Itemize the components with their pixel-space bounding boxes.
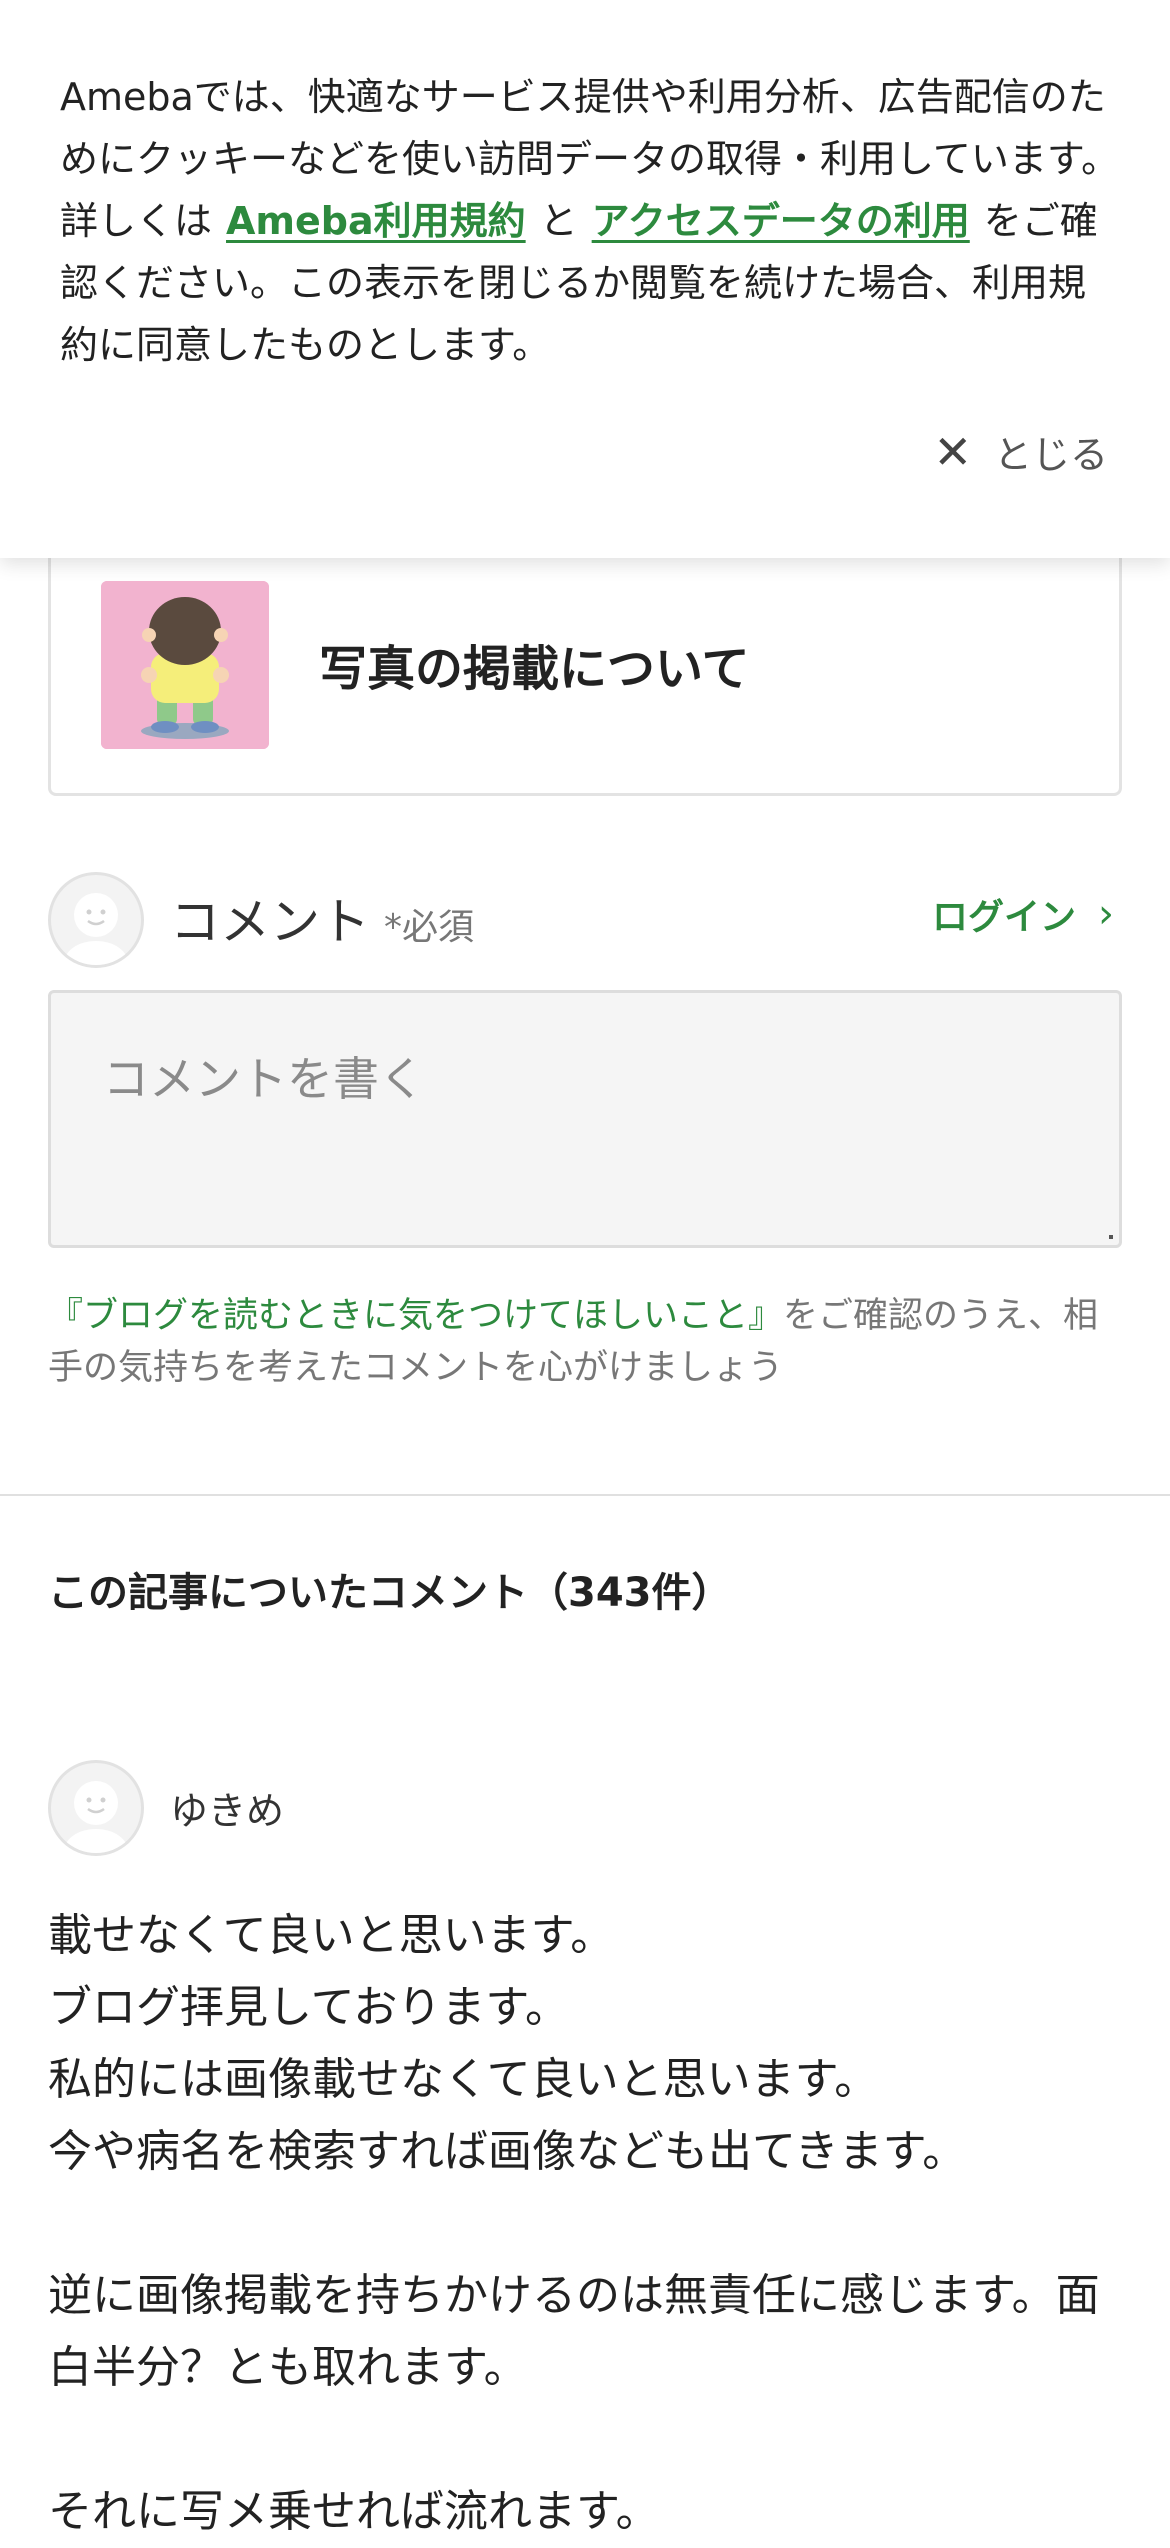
comment-body: 載せなくて良いと思います。 ブログ拝見しております。 私的には画像載せなくて良い… [48,1900,1128,2548]
comment-line [48,2188,1128,2260]
access-data-link[interactable]: アクセスデータの利用 [592,199,970,243]
cookie-close-button[interactable]: ✕ とじる [933,424,1108,479]
section-divider [0,1494,1170,1496]
comments-heading: この記事についたコメント（343件） [48,1570,732,1616]
commenter-name[interactable]: ゆきめ [170,1780,284,1835]
cookie-conjunction: と [539,199,578,243]
comment-line: 私的には画像載せなくて良いと思います。 [48,2054,879,2105]
close-icon: ✕ [933,424,972,479]
commenter-avatar[interactable] [48,1760,144,1856]
comment-line: 今や病名を検索すれば画像なども出てきます。 [48,2126,967,2177]
user-avatar [48,872,144,968]
article-thumbnail [101,581,269,749]
comment-placeholder: コメントを書く [103,1052,425,1106]
comment-input[interactable]: コメントを書く [48,990,1122,1248]
comment-label: コメント [170,893,370,951]
comment-guideline: 『ブログを読むときに気をつけてほしいこと』をご確認のうえ、相手の気持ちを考えたコ… [48,1290,1128,1394]
default-avatar-icon [64,1781,128,1853]
chevron-right-icon: › [1098,891,1114,937]
guideline-link[interactable]: 『ブログを読むときに気をつけてほしいこと』 [48,1296,783,1336]
comment-line [48,2404,1128,2476]
comment-line: 載せなくて良いと思います。 [48,1910,615,1961]
required-marker: *必須 [384,907,475,948]
child-illustration-icon [101,581,269,749]
cookie-banner: Amebaでは、快適なサービス提供や利用分析、広告配信のためにクッキーなどを使い… [0,0,1170,558]
comment-line: それに写メ乗せれば流れます。 [48,2486,660,2537]
login-link[interactable]: ログイン › [932,888,1114,940]
comment-line: ブログ拝見しております。 [48,1982,569,2033]
cookie-close-label: とじる [993,433,1108,477]
default-avatar-icon [64,893,128,965]
resize-handle-icon[interactable] [1109,1235,1113,1239]
article-title: 写真の掲載について [319,641,750,697]
login-label: ログイン [931,897,1076,938]
comment-line: 逆に画像掲載を持ちかけるのは無責任に感じます。面白半分？とも取れます。 [48,2270,1100,2393]
ameba-terms-link[interactable]: Ameba利用規約 [226,199,526,243]
cookie-notice-text: Amebaでは、快適なサービス提供や利用分析、広告配信のためにクッキーなどを使い… [60,66,1120,376]
